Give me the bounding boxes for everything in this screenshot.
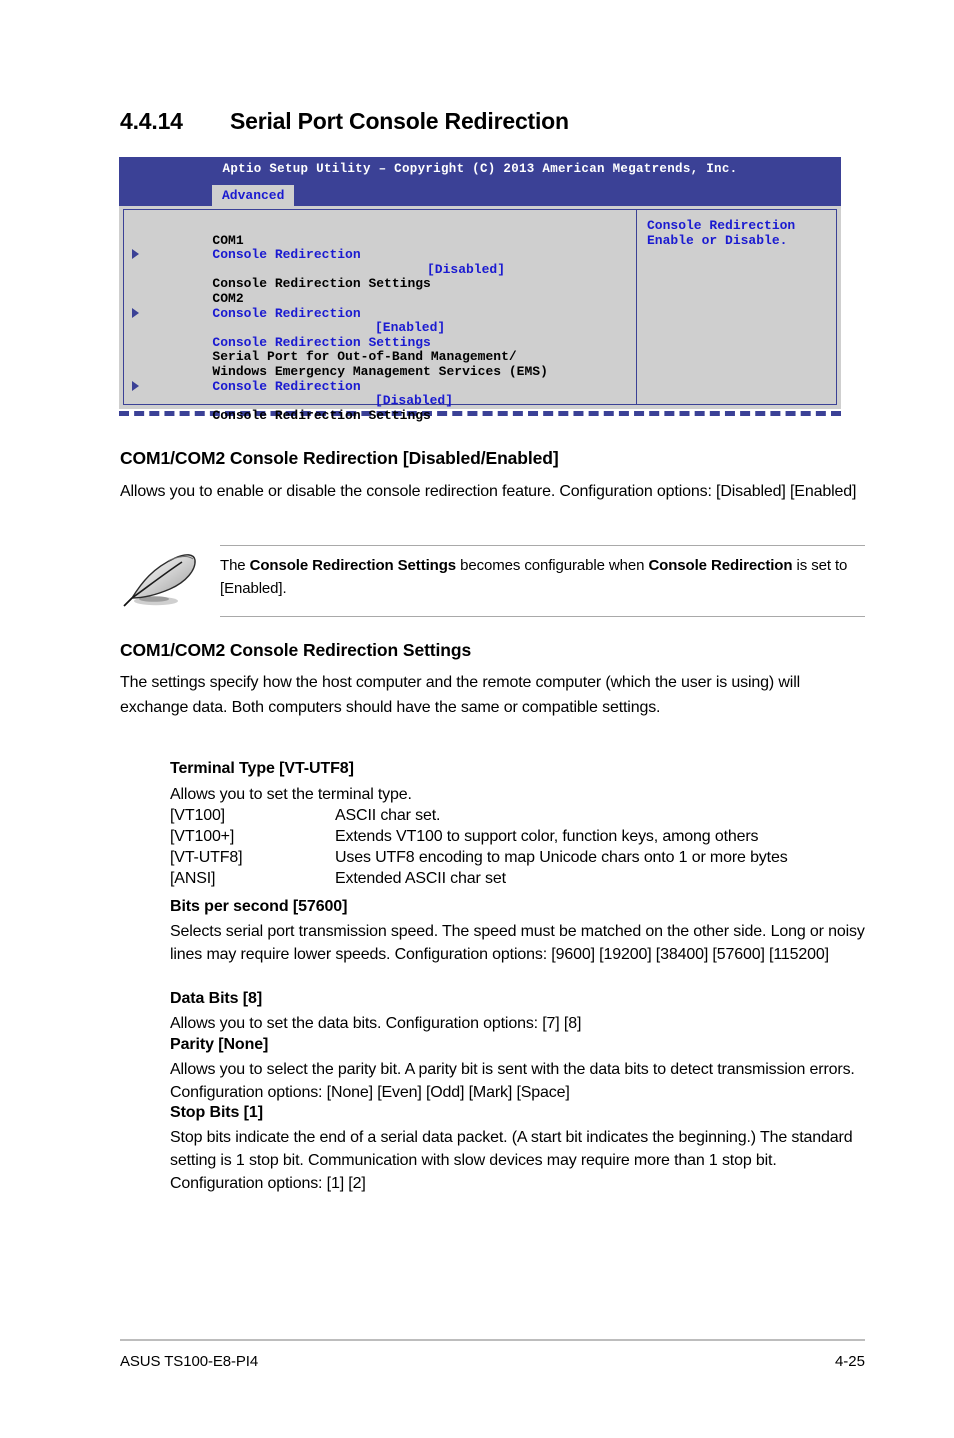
- note-text-part1: The: [220, 557, 250, 574]
- submenu-arrow-icon: [132, 307, 139, 318]
- bios-spacer: [124, 321, 636, 336]
- option-key-vt100plus: [VT100+]: [170, 828, 235, 845]
- tab-advanced[interactable]: Advanced: [212, 185, 295, 206]
- note-text: The Console Redirection Settings becomes…: [220, 552, 865, 600]
- paragraph-terminal-type: Allows you to set the terminal type.: [170, 786, 412, 803]
- bios-item-com2-console-redirection[interactable]: Console Redirection [Enabled]: [124, 292, 636, 335]
- footer-divider: [120, 1339, 865, 1341]
- bios-group-header-ems-line2: Windows Emergency Management Services (E…: [212, 363, 548, 379]
- option-row-vt100: [VT100] ASCII char set.: [170, 805, 870, 826]
- bios-menu-panel: COM1 Console Redirection [Disabled] Cons…: [123, 209, 636, 422]
- paragraph-console-redirection: Allows you to enable or disable the cons…: [120, 483, 857, 500]
- paragraph-parity: Allows you to select the parity bit. A p…: [170, 1061, 855, 1101]
- paragraph-data-bits: Allows you to set the data bits. Configu…: [170, 1015, 582, 1032]
- option-key-vtutf8: [VT-UTF8]: [170, 849, 243, 866]
- bios-item-com2-console-redirection-settings[interactable]: Console Redirection Settings: [124, 307, 636, 349]
- bios-help-line2: Enable or Disable.: [647, 232, 788, 248]
- note-text-part2: becomes configurable when: [456, 557, 649, 574]
- submenu-arrow-icon: [132, 380, 139, 391]
- bios-spacer: [124, 263, 636, 278]
- heading-console-redirection: COM1/COM2 Console Redirection [Disabled/…: [120, 448, 559, 468]
- bios-item-ems-console-redirection[interactable]: Console Redirection [Disabled]: [124, 365, 636, 408]
- bios-group-header-ems-line1: Serial Port for Out-of-Band Management/: [212, 349, 517, 365]
- paragraph-stop-bits: Stop bits indicate the end of a serial d…: [170, 1129, 853, 1192]
- bios-tab-row: Advanced: [119, 185, 841, 206]
- bios-body: COM1 Console Redirection [Disabled] Cons…: [119, 206, 841, 422]
- bios-value-ems-console-redirection: [Disabled]: [375, 393, 454, 409]
- heading-stop-bits: Stop Bits [1]: [170, 1104, 263, 1121]
- submenu-arrow-icon: [132, 249, 139, 260]
- paragraph-bits-per-second: Selects serial port transmission speed. …: [170, 923, 865, 963]
- bios-item-com1-console-redirection[interactable]: Console Redirection [Disabled]: [124, 234, 636, 277]
- paragraph-console-redirection-settings: The settings specify how the host comput…: [120, 674, 800, 716]
- heading-console-redirection-settings: COM1/COM2 Console Redirection Settings: [120, 640, 472, 660]
- heading-terminal-type: Terminal Type [VT-UTF8]: [170, 760, 354, 777]
- option-row-vt100plus: [VT100+] Extends VT100 to support color, …: [170, 826, 870, 847]
- option-key-vt100: [VT100]: [170, 807, 225, 824]
- option-desc-vt100plus: Extends VT100 to support color, function…: [335, 828, 759, 845]
- section-title: Serial Port Console Redirection: [230, 108, 569, 134]
- bios-group-header-com2: COM2: [212, 290, 244, 306]
- page-title: 4.4.14 Serial Port Console Redirection: [120, 108, 860, 135]
- bios-help-line1: Console Redirection: [647, 218, 796, 233]
- section-number: 4.4.14: [120, 108, 183, 134]
- option-key-ansi: [ANSI]: [170, 870, 216, 887]
- note-bold-console-redirection: Console Redirection: [648, 557, 793, 574]
- heading-bits-per-second: Bits per second [57600]: [170, 898, 348, 915]
- bios-item-ems-console-redirection-settings[interactable]: Console Redirection Settings: [124, 380, 636, 422]
- bios-titlebar: Aptio Setup Utility – Copyright (C) 2013…: [119, 157, 841, 185]
- note-bold-console-redirection-settings: Console Redirection Settings: [249, 557, 457, 574]
- bios-utility-title: Aptio Setup Utility – Copyright (C) 2013…: [222, 162, 738, 176]
- footer-page-number: 4-25: [834, 1353, 865, 1370]
- bios-group-header-com1: COM1: [212, 232, 244, 248]
- option-row-vtutf8: [VT-UTF8] Uses UTF8 encoding to map Unico…: [170, 847, 870, 868]
- option-desc-vtutf8: Uses UTF8 encoding to map Unicode chars …: [335, 849, 788, 866]
- bios-screenshot: Aptio Setup Utility – Copyright (C) 2013…: [119, 157, 841, 422]
- option-desc-ansi: Extended ASCII char set: [335, 870, 506, 887]
- note-box: The Console Redirection Settings becomes…: [120, 545, 865, 617]
- heading-data-bits: Data Bits [8]: [170, 990, 263, 1007]
- bios-help-panel: Console Redirection Enable or Disable.: [636, 209, 837, 405]
- heading-parity: Parity [None]: [170, 1036, 269, 1053]
- quill-pen-icon: [120, 548, 220, 610]
- option-desc-vt100: ASCII char set.: [335, 807, 441, 824]
- note-bottom-rule: [220, 616, 865, 617]
- option-row-ansi: [ANSI] Extended ASCII char set: [170, 868, 870, 889]
- bios-item-com1-console-redirection-settings[interactable]: Console Redirection Settings: [124, 248, 636, 291]
